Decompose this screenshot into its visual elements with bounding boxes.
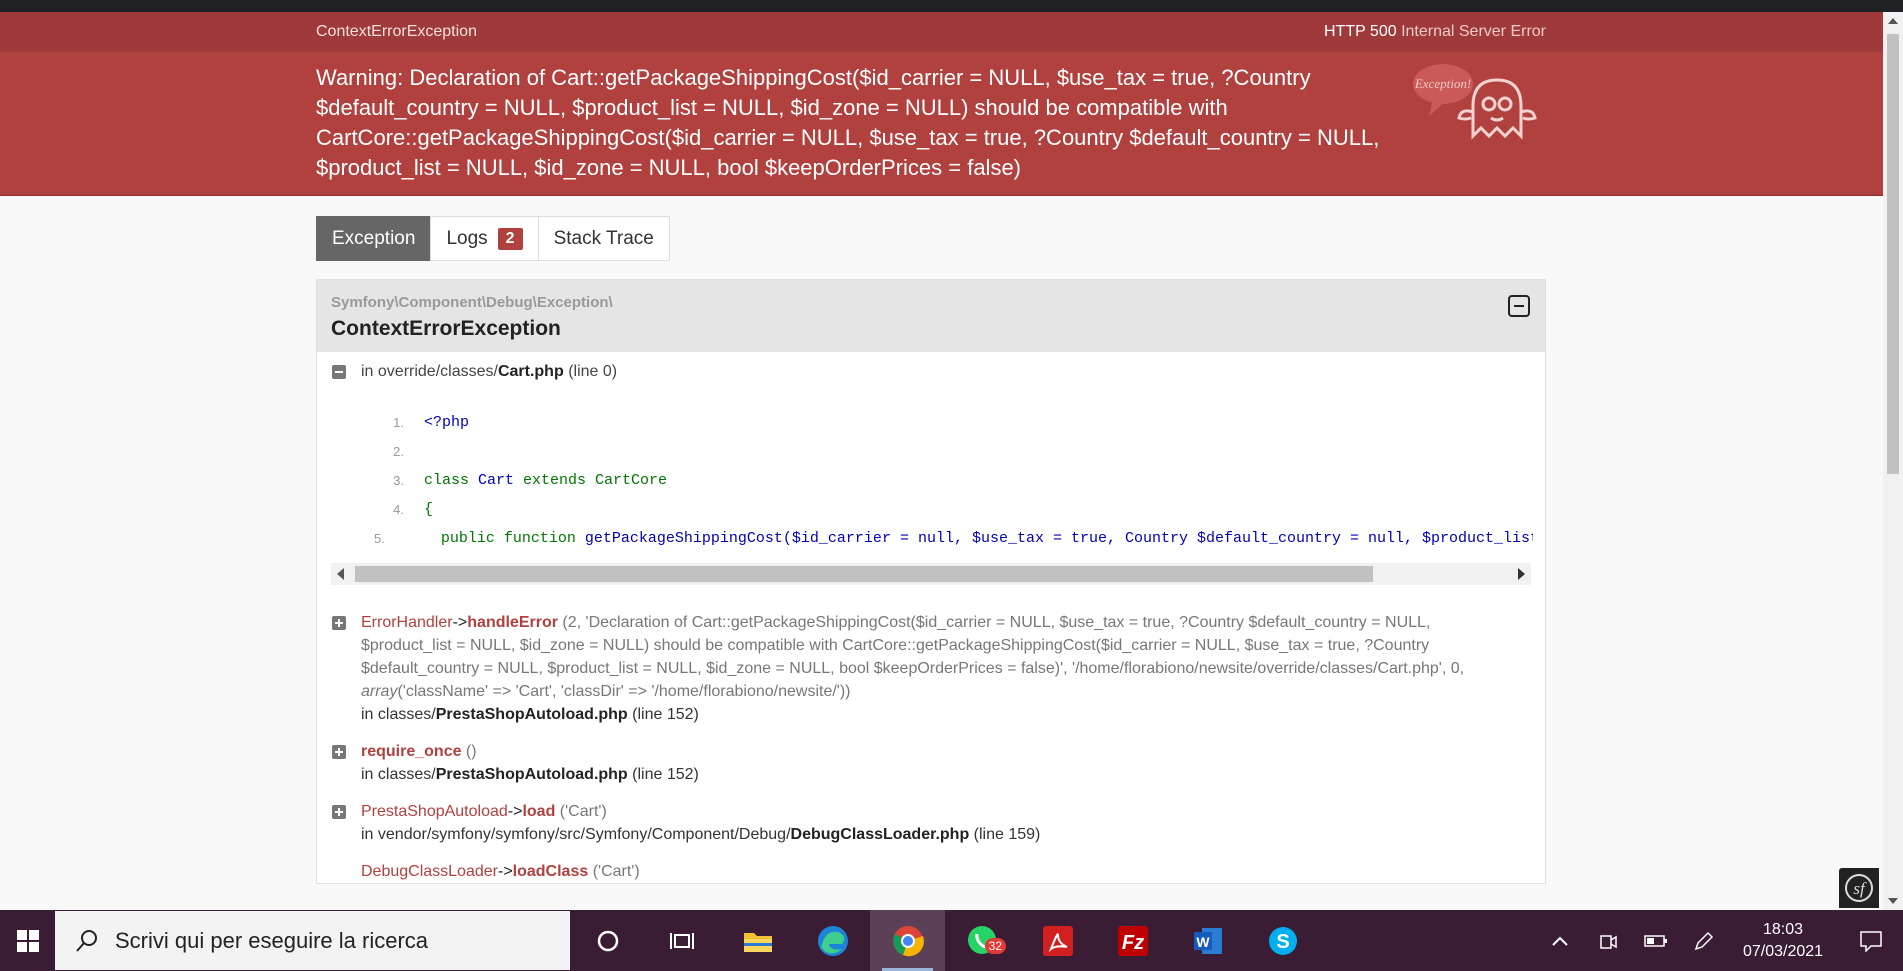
folder-icon (743, 932, 772, 952)
start-button[interactable] (0, 910, 55, 971)
scroll-right-icon[interactable] (1518, 568, 1525, 580)
edge-button[interactable] (795, 910, 870, 971)
whatsapp-button[interactable]: 32 (945, 910, 1020, 971)
scrollbar-thumb[interactable] (355, 566, 1373, 582)
trace-item: DebugClassLoader->loadClass ('Cart') (361, 863, 640, 880)
svg-text:sf: sf (1853, 879, 1867, 898)
page-vertical-scrollbar[interactable] (1883, 12, 1903, 910)
skype-button[interactable]: S (1245, 910, 1320, 971)
chevron-up-icon (1552, 936, 1568, 946)
meet-now-button[interactable] (1584, 931, 1632, 951)
notifications-button[interactable] (1838, 930, 1903, 952)
system-tray: 18:03 07/03/2021 (1536, 910, 1903, 971)
code-line: 5. public function getPackageShippingCos… (374, 530, 1533, 547)
clock-time: 18:03 (1762, 920, 1804, 938)
exception-class-title: ContextErrorException (331, 317, 561, 340)
exception-message: Warning: Declaration of Cart::getPackage… (316, 65, 1380, 180)
whatsapp-unread-badge: 32 (984, 938, 1006, 954)
code-line: 2. (393, 444, 404, 459)
tab-stack-trace[interactable]: Stack Trace (537, 216, 670, 261)
logs-count-badge: 2 (497, 227, 523, 250)
notification-icon (1859, 930, 1882, 952)
filezilla-button[interactable]: Fz (1095, 910, 1170, 971)
browser-top-strip (0, 0, 1903, 12)
svg-text:W: W (1196, 934, 1210, 950)
svg-text:Fz: Fz (1121, 932, 1143, 954)
trace-item: require_once () in classes/PrestaShopAut… (329, 740, 1533, 786)
exception-message-bar: Warning: Declaration of Cart::getPackage… (0, 52, 1883, 196)
cortana-icon (597, 930, 618, 951)
svg-text:Exception!: Exception! (1414, 76, 1471, 91)
show-hidden-icons-button[interactable] (1536, 935, 1584, 947)
tab-logs[interactable]: Logs 2 (430, 216, 539, 261)
page-viewport: ContextErrorException HTTP 500 Internal … (0, 12, 1883, 910)
scroll-left-icon[interactable] (337, 568, 344, 580)
trace-item: ErrorHandler->handleError (2, 'Declarati… (329, 611, 1533, 726)
task-view-button[interactable] (645, 910, 720, 971)
taskbar-clock[interactable]: 18:03 07/03/2021 (1728, 919, 1838, 963)
device-icon (1600, 934, 1617, 949)
search-placeholder: Scrivi qui per eseguire la ricerca (115, 927, 429, 953)
exception-panel: Symfony\Component\Debug\Exception\ Conte… (316, 279, 1546, 884)
windows-taskbar: Scrivi qui per eseguire la ricerca 32 Fz… (0, 910, 1903, 971)
exception-class-label: ContextErrorException (316, 23, 477, 40)
skype-icon: S (1268, 926, 1297, 955)
code-line: 3. class Cart extends CartCore (393, 472, 668, 489)
battery-button[interactable] (1632, 934, 1680, 948)
battery-icon (1644, 934, 1667, 947)
ghost-icon: Exception! (1413, 64, 1537, 140)
acrobat-icon (1042, 925, 1073, 956)
exception-namespace: Symfony\Component\Debug\Exception\ (331, 294, 613, 311)
acrobat-button[interactable] (1020, 910, 1095, 971)
trace-item: PrestaShopAutoload->load ('Cart') in ven… (329, 800, 1533, 846)
word-icon: W (1193, 927, 1222, 954)
code-line: 4.{ (393, 501, 434, 518)
plus-toggle-icon[interactable] (329, 744, 349, 760)
svg-text:S: S (1276, 931, 1289, 953)
filezilla-icon: Fz (1117, 925, 1148, 956)
symfony-icon: sf (1845, 874, 1873, 902)
horizontal-scrollbar[interactable] (331, 563, 1531, 585)
exception-header: ContextErrorException HTTP 500 Internal … (0, 12, 1883, 52)
symfony-toolbar-toggle[interactable]: sf (1839, 868, 1879, 908)
collapse-icon[interactable] (1507, 294, 1531, 318)
scroll-up-icon[interactable] (1888, 18, 1898, 24)
pen-icon (1694, 931, 1714, 950)
pen-button[interactable] (1680, 930, 1728, 952)
plus-toggle-icon[interactable] (329, 804, 349, 820)
windows-icon (16, 929, 39, 952)
tab-exception[interactable]: Exception (316, 216, 432, 261)
code-snippet: 1. <?php 2. 3. class Cart extends CartCore… (329, 383, 1533, 563)
chrome-icon (892, 925, 924, 956)
minus-toggle-icon[interactable] (329, 364, 349, 380)
chrome-button[interactable] (870, 910, 945, 971)
scroll-down-icon[interactable] (1888, 898, 1898, 904)
code-line: 1. <?php (393, 414, 470, 431)
trace-location-0: in override/classes/Cart.php (line 0) (329, 360, 1533, 383)
cortana-button[interactable] (570, 910, 645, 971)
exception-panel-header: Symfony\Component\Debug\Exception\ Conte… (317, 280, 1545, 352)
taskbar-search-box[interactable]: Scrivi qui per eseguire la ricerca (55, 911, 570, 970)
plus-toggle-icon[interactable] (329, 615, 349, 631)
clock-date: 07/03/2021 (1742, 942, 1824, 960)
search-icon (76, 929, 97, 952)
http-status: HTTP 500 Internal Server Error (1323, 23, 1546, 40)
tab-bar: Exception Logs 2 Stack Trace (316, 216, 1546, 261)
vertical-scrollbar-thumb[interactable] (1887, 34, 1899, 474)
task-view-icon (669, 932, 694, 949)
file-explorer-button[interactable] (720, 910, 795, 971)
word-button[interactable]: W (1170, 910, 1245, 971)
edge-icon (817, 925, 848, 956)
